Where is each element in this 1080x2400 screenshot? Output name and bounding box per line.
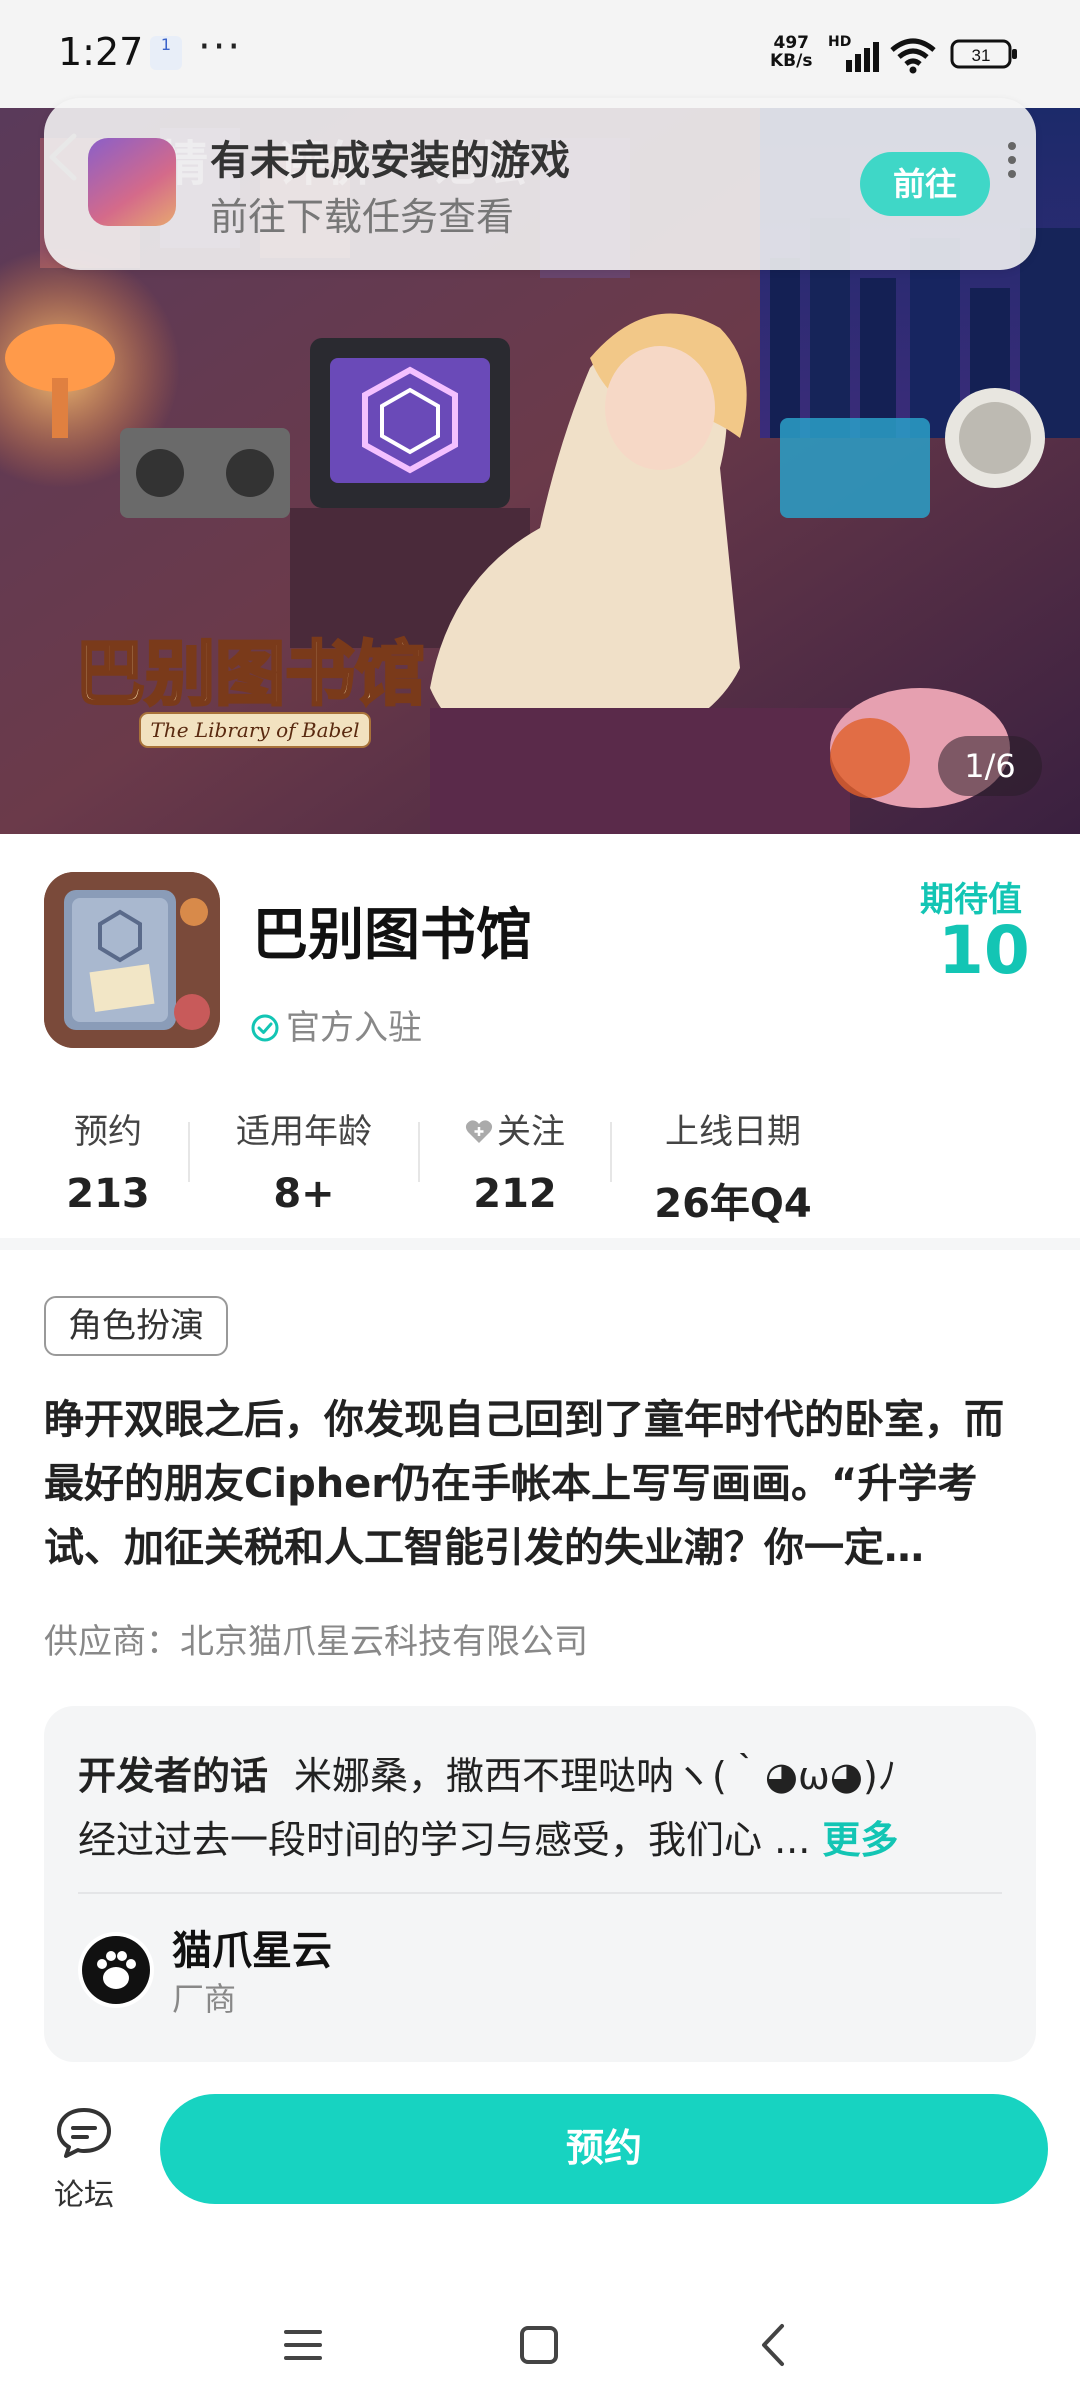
more-icon[interactable] (1004, 140, 1020, 180)
developer-message: 开发者的话 米娜桑，撒西不理哒呐ヽ(｀◕ω◕)ﾉ 经过过去一段时间的学习与感受，我… (78, 1744, 1008, 1872)
forum-button[interactable]: 论坛 (44, 2104, 124, 2214)
developer-avatar[interactable] (78, 1932, 154, 2008)
network-speed-unit: KB/s (770, 51, 813, 71)
stat-value: 8+ (273, 1171, 335, 1217)
heart-plus-icon (465, 1120, 493, 1143)
signal-icon (846, 42, 879, 72)
stat-age-rating: 适用年龄 8+ (212, 1104, 396, 1217)
home-icon[interactable] (514, 2320, 564, 2370)
stat-label: 上线日期 (665, 1112, 801, 1152)
card-divider (78, 1892, 1002, 1894)
network-speed-value: 497 (773, 33, 809, 53)
status-bar: 1:27 1 ··· 497 KB/s HD 31 (0, 0, 1080, 108)
stat-follows[interactable]: 关注 212 (440, 1104, 590, 1217)
developer-name[interactable]: 猫爪星云 (172, 1918, 332, 1976)
go-button[interactable]: 前往 (860, 152, 990, 216)
supplier-info: 供应商：北京猫爪星云科技有限公司 (44, 1622, 588, 1662)
hero-logo-title: 巴别图书馆 (75, 633, 425, 715)
official-badge: 官方入驻 (250, 1000, 422, 1049)
hero-logo-subtitle: The Library of Babel (150, 718, 359, 742)
expectation-value: 10 (938, 912, 1030, 989)
more-link[interactable]: 更多 (822, 1818, 898, 1862)
developer-role: 厂商 (172, 1980, 237, 2018)
official-label: 官方入驻 (286, 1008, 422, 1048)
chat-bubble-icon (57, 2108, 111, 2158)
battery-icon: 31 (950, 39, 1017, 69)
more-notifications-icon: ··· (198, 24, 243, 70)
toast-subtitle: 前往下载任务查看 (210, 195, 515, 239)
stat-label: 关注 (497, 1112, 565, 1152)
stat-divider (610, 1122, 612, 1182)
paw-logo-icon (82, 1936, 150, 2004)
game-title: 巴别图书馆 (252, 903, 532, 968)
install-reminder-toast[interactable]: 有未完成安装的游戏 前往下载任务查看 前往 (44, 98, 1036, 270)
stat-reservations: 预约 213 (44, 1104, 172, 1217)
game-icon (44, 872, 220, 1048)
genre-tag[interactable]: 角色扮演 (44, 1296, 228, 1356)
section-divider (0, 1238, 1080, 1250)
developer-message-line2: 经过过去一段时间的学习与感受，我们心 ... (78, 1818, 811, 1862)
wifi-icon (890, 38, 936, 74)
image-counter: 1/6 (938, 736, 1042, 796)
developer-card[interactable]: 开发者的话 米娜桑，撒西不理哒呐ヽ(｀◕ω◕)ﾉ 经过过去一段时间的学习与感受，我… (44, 1706, 1036, 2062)
reserve-button[interactable]: 预约 (160, 2094, 1048, 2204)
stat-value: 213 (66, 1171, 150, 1217)
verified-icon (251, 1014, 279, 1042)
toast-title: 有未完成安装的游戏 (210, 138, 570, 184)
status-time: 1:27 (58, 30, 144, 74)
stat-value: 26年Q4 (654, 1181, 812, 1227)
stat-label: 预约 (74, 1112, 142, 1152)
battery-level: 31 (972, 46, 991, 65)
notification-app-icon: 1 (150, 36, 182, 70)
toast-game-icon (88, 138, 176, 226)
stat-divider (418, 1122, 420, 1182)
stat-divider (188, 1122, 190, 1182)
developer-message-title: 开发者的话 (78, 1754, 269, 1798)
menu-icon[interactable] (278, 2320, 328, 2370)
game-description[interactable]: 睁开双眼之后，你发现自己回到了童年时代的卧室，而最好的朋友Cipher仍在手帐本… (44, 1388, 1036, 1580)
back-nav-icon[interactable] (750, 2320, 800, 2370)
developer-message-line1: 米娜桑，撒西不理哒呐ヽ(｀◕ω◕)ﾉ (294, 1754, 897, 1798)
forum-label: 论坛 (54, 2178, 114, 2213)
stat-value: 212 (473, 1171, 557, 1217)
stat-release-date: 上线日期 26年Q4 (630, 1104, 836, 1229)
network-speed: 497 KB/s (770, 34, 812, 70)
stat-label: 适用年龄 (236, 1112, 372, 1152)
system-nav-bar (0, 2292, 1080, 2400)
